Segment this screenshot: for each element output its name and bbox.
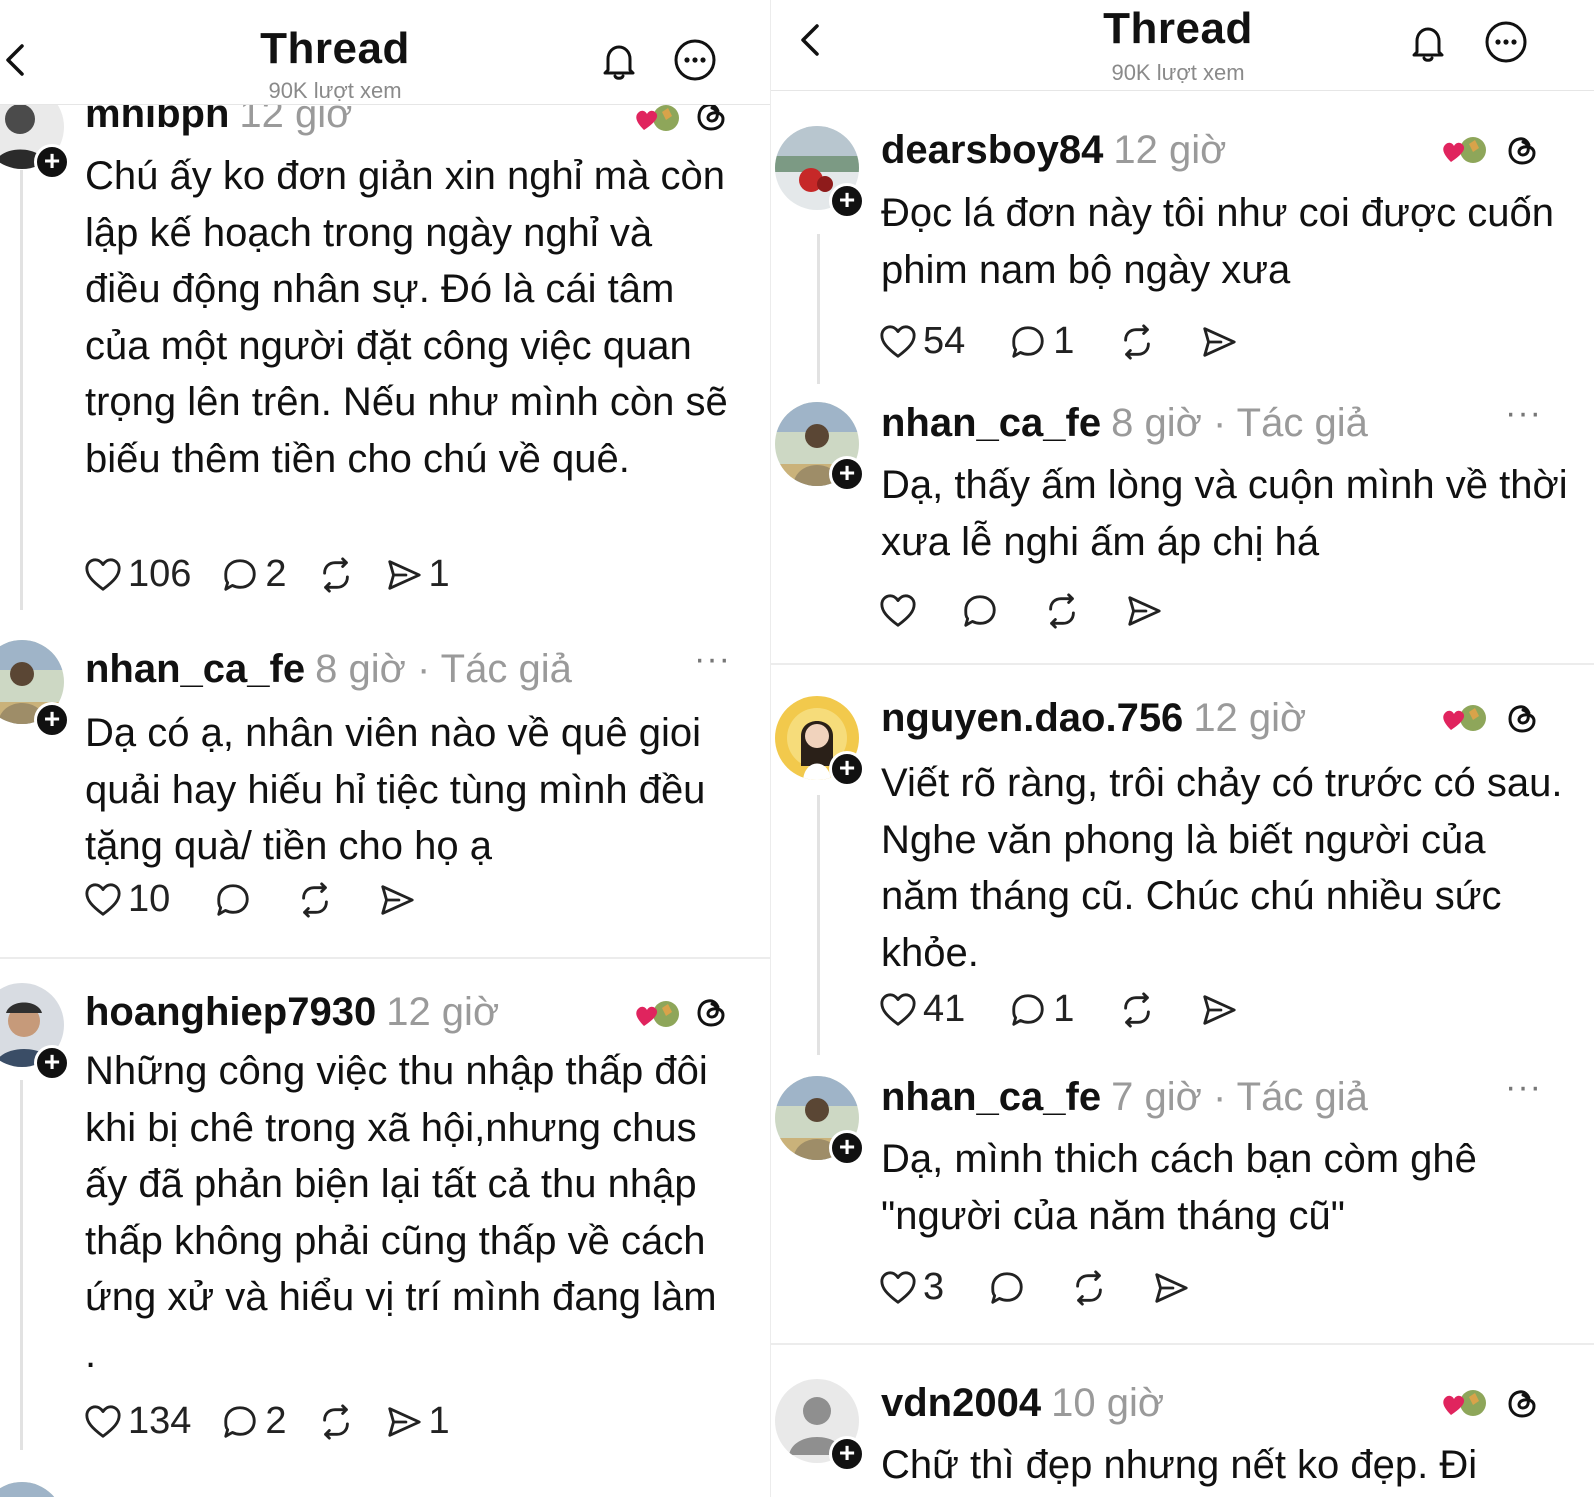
avatar[interactable] xyxy=(0,1482,64,1497)
like-button[interactable]: 134 xyxy=(84,1400,191,1443)
reaction-stack-icon[interactable] xyxy=(634,998,682,1030)
view-count: 90K lượt xem xyxy=(1111,60,1245,85)
send-icon xyxy=(387,1406,421,1437)
share-count: 1 xyxy=(428,1400,450,1442)
post-text: Những công việc thu nhập thấp đôi khi bị… xyxy=(85,1049,717,1376)
threads-logo-icon xyxy=(1505,1386,1539,1420)
left-thread-panel: + mhibph 12 giờ Chú ấy ko đơn giản xin ng… xyxy=(0,0,770,1497)
ellipsis-circle-icon[interactable] xyxy=(1483,19,1529,65)
reply-button[interactable]: 2 xyxy=(221,1400,287,1443)
ellipsis-circle-icon[interactable] xyxy=(672,37,718,83)
reply-post: + hoanghiep7930 12 giờ Những công việc th… xyxy=(0,0,770,1497)
reply-count: 2 xyxy=(265,1400,287,1442)
like-count: 134 xyxy=(128,1400,192,1442)
repost-icon xyxy=(322,1403,349,1440)
thread-header: Thread 90K lượt xem xyxy=(771,0,1594,91)
thread-line xyxy=(20,1080,23,1450)
post-meta: vdn2004 10 giờ xyxy=(881,1380,1164,1426)
repost-button[interactable] xyxy=(317,1403,355,1441)
reply-post: + vdn2004 10 giờ Chữ thì đẹp nhưng nết ko… xyxy=(771,0,1594,1497)
right-thread-panel: Thread 90K lượt xem + dearsboy84 12 giờ Đ… xyxy=(770,0,1594,1497)
post-text: Chữ thì đẹp nhưng nết ko đẹp. Đi xyxy=(881,1443,1478,1487)
thread-header: Thread 90K lượt xem xyxy=(0,0,770,105)
follow-plus-button[interactable]: + xyxy=(829,1436,865,1472)
speech-bubble-icon xyxy=(224,1405,257,1438)
username[interactable]: hoanghiep7930 xyxy=(85,990,376,1034)
bell-icon[interactable] xyxy=(1405,20,1451,66)
username[interactable]: vdn2004 xyxy=(881,1381,1041,1425)
reaction-stack-icon[interactable] xyxy=(1441,1387,1489,1419)
timestamp: 12 giờ xyxy=(386,990,500,1034)
page-title: Thread xyxy=(1103,4,1253,53)
bell-icon[interactable] xyxy=(596,38,642,84)
action-bar: 134 2 1 xyxy=(84,1400,480,1443)
heart-icon xyxy=(85,1404,121,1438)
post-meta: hoanghiep7930 12 giờ xyxy=(85,989,499,1035)
threads-logo-icon xyxy=(694,995,728,1029)
follow-plus-button[interactable]: + xyxy=(34,1045,70,1081)
share-button[interactable]: 1 xyxy=(385,1400,450,1443)
timestamp: 10 giờ xyxy=(1051,1381,1165,1425)
